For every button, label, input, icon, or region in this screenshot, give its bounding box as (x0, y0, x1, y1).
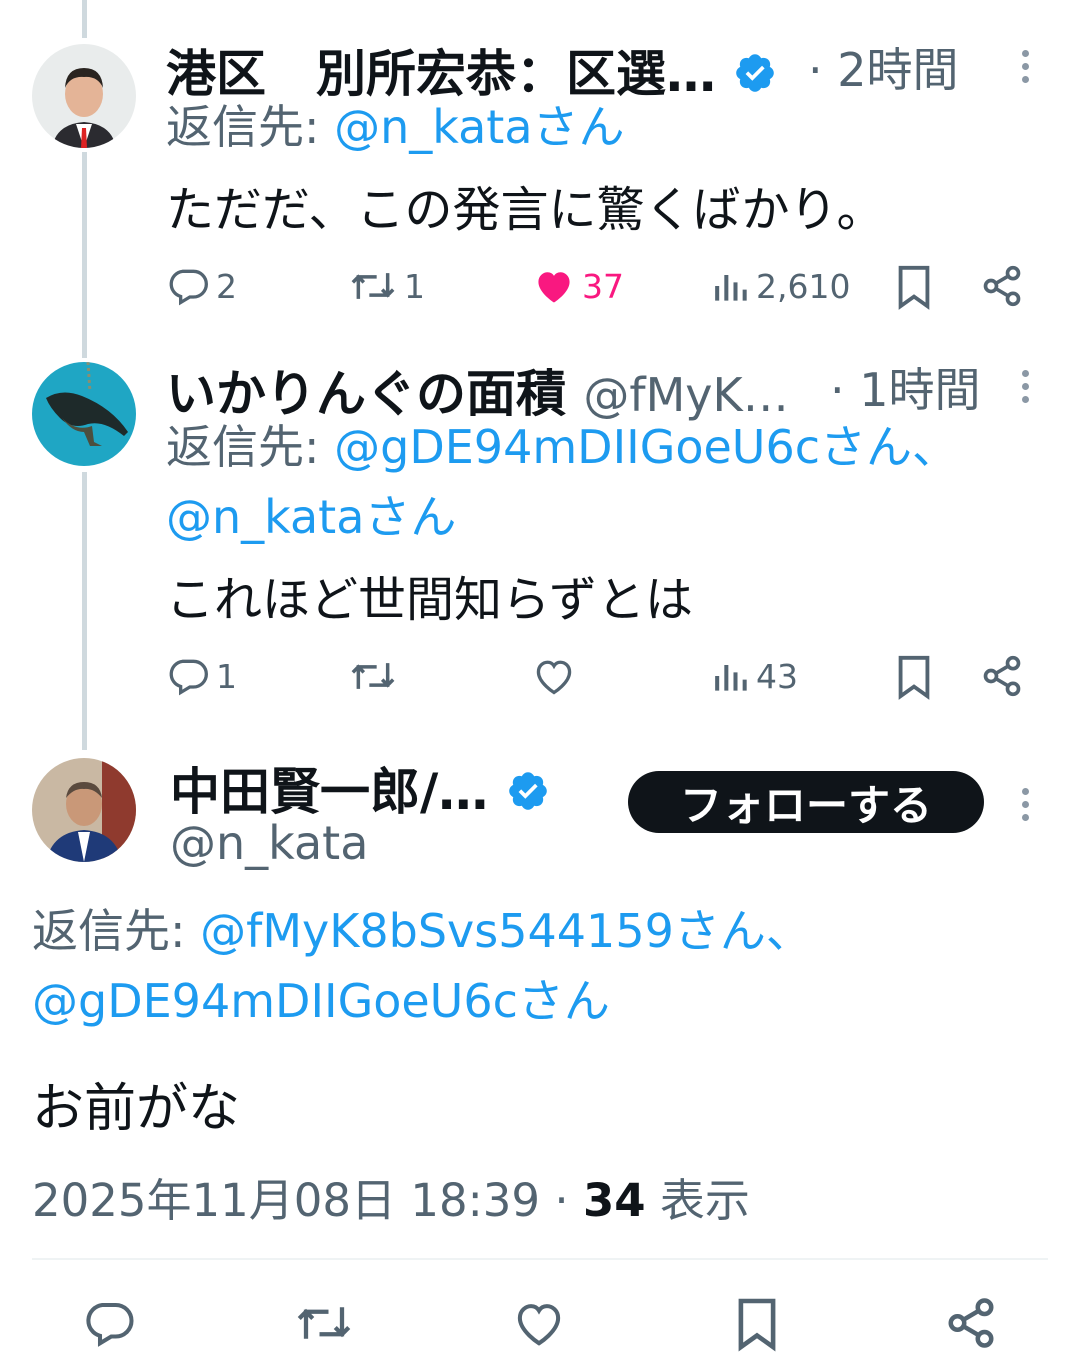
reply-count: 1 (216, 656, 237, 696)
reply-to-link[interactable]: @n_kataさん (334, 100, 624, 154)
retweet-icon (351, 273, 395, 299)
thread-line-1 (82, 152, 87, 358)
retweet-icon (297, 1307, 351, 1339)
more-icon[interactable] (1022, 364, 1029, 409)
tweet-time[interactable]: 2時間 (837, 43, 958, 97)
verified-icon (733, 49, 777, 107)
avatar[interactable] (32, 362, 136, 466)
share-icon (983, 655, 1021, 697)
tweet-time[interactable]: 1時間 (859, 363, 980, 417)
like-icon (536, 660, 572, 695)
share-icon (983, 265, 1021, 307)
retweet-count: 1 (404, 266, 425, 306)
reply-icon (169, 659, 208, 696)
more-icon[interactable] (1022, 44, 1029, 89)
reply-count: 2 (216, 266, 237, 306)
views-icon (715, 665, 747, 691)
like-icon (517, 1304, 561, 1346)
follow-button[interactable]: フォローする (628, 771, 984, 833)
reply-icon (86, 1302, 134, 1347)
views-count: 2,610 (756, 266, 851, 306)
bookmark-button[interactable] (734, 1296, 786, 1352)
bookmark-icon (738, 1298, 776, 1352)
reply-icon (169, 269, 208, 306)
thread-line-top (82, 0, 87, 38)
share-icon (948, 1298, 994, 1348)
like-button[interactable] (512, 1296, 572, 1350)
tweet-text: ただだ、この発言に驚くばかり。 (166, 182, 885, 238)
more-icon[interactable] (1022, 782, 1029, 827)
thread-line-2 (82, 472, 87, 750)
like-button[interactable] (532, 654, 582, 698)
retweet-button[interactable] (348, 654, 404, 698)
retweet-button[interactable] (294, 1296, 360, 1350)
reply-to-link[interactable]: @fMyK8bSvs544159さん、 (200, 904, 812, 958)
view-label: 表示 (645, 1174, 750, 1227)
share-button[interactable] (980, 264, 1030, 308)
bookmark-button[interactable] (894, 264, 940, 310)
avatar[interactable] (32, 758, 136, 862)
reply-button[interactable]: 1 (166, 654, 237, 698)
verified-icon (506, 767, 550, 825)
reply-button[interactable] (82, 1296, 142, 1350)
bookmark-icon (898, 265, 930, 310)
share-button[interactable] (980, 654, 1030, 698)
like-button[interactable]: 37 (532, 264, 624, 308)
reply-to-link[interactable]: @n_kataさん (166, 490, 456, 544)
author-name[interactable]: 中田賢一郎/… (170, 763, 488, 821)
retweet-icon (351, 663, 395, 689)
reply-button[interactable]: 2 (166, 264, 237, 308)
views-count: 43 (756, 656, 798, 696)
reply-label: 返信先: (166, 100, 320, 154)
tweet-text: これほど世間知らずとは (166, 572, 694, 628)
view-count: 34 (582, 1174, 646, 1227)
reply-to-link[interactable]: @gDE94mDIIGoeU6cさん (32, 974, 610, 1028)
tweet-datetime[interactable]: 2025年11月08日 18:39 · (32, 1174, 583, 1227)
views-button[interactable]: 43 (710, 654, 798, 698)
divider (32, 1258, 1048, 1260)
like-icon (538, 272, 570, 303)
reply-to-link[interactable]: @gDE94mDIIGoeU6cさん、 (334, 420, 958, 474)
tweet-text: お前がな (32, 1079, 241, 1139)
bookmark-button[interactable] (894, 654, 940, 700)
author-handle[interactable]: @n_kata (170, 816, 368, 870)
views-icon (715, 275, 747, 301)
bookmark-icon (898, 655, 930, 700)
like-count: 37 (582, 266, 624, 306)
share-button[interactable] (944, 1296, 1004, 1350)
avatar[interactable] (32, 44, 136, 148)
views-button[interactable]: 2,610 (710, 264, 850, 308)
reply-label: 返信先: (32, 904, 186, 958)
reply-label: 返信先: (166, 420, 320, 474)
retweet-button[interactable]: 1 (348, 264, 425, 308)
